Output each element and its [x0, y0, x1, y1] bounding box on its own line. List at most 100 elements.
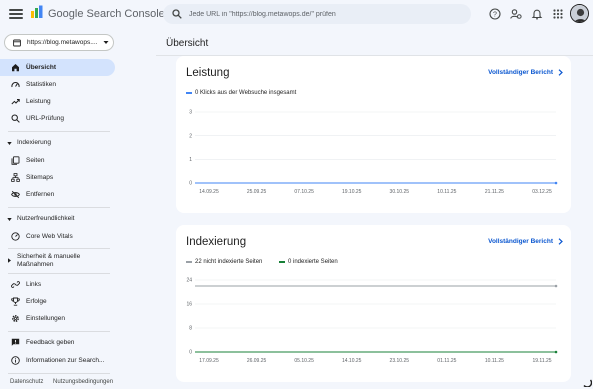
x-tick-label: 14.09.25 — [199, 189, 219, 195]
sidebar-divider — [8, 131, 110, 132]
help-icon[interactable]: ? — [489, 8, 501, 20]
privacy-link[interactable]: Datenschutz — [10, 379, 43, 385]
url-inspection-search[interactable] — [163, 4, 471, 24]
sidebar-divider — [8, 373, 110, 374]
indexing-chart: 0 8 16 24 17.09.25 26.09.25 05.10.25 14.10.25 23… — [186, 278, 558, 364]
x-tick-label: 10.11.25 — [437, 189, 456, 195]
x-tick-label: 26.09.25 — [247, 358, 267, 364]
x-tick-label: 23.10.25 — [390, 358, 410, 364]
search-icon — [11, 114, 20, 123]
sidebar-item-entfernen[interactable]: Entfernen — [0, 186, 115, 203]
property-url: https://blog.metawops.... — [27, 39, 98, 46]
y-tick-label: 16 — [186, 302, 192, 308]
y-tick-label: 3 — [189, 110, 192, 116]
sidebar-item-links[interactable]: Links — [0, 276, 115, 293]
sidebar-item-label: Erfolge — [26, 297, 47, 305]
sidebar-section-nutzerfreundlichkeit[interactable]: Nutzerfreundlichkeit — [0, 212, 115, 226]
x-tick-label: 10.11.25 — [485, 358, 504, 364]
main-menu-button[interactable] — [9, 7, 23, 21]
info-icon — [11, 356, 20, 365]
gear-icon — [12, 315, 19, 322]
collapse-triangle-icon — [7, 218, 12, 221]
x-tick-label: 03.12.25 — [532, 189, 552, 195]
bell-icon[interactable] — [531, 8, 543, 20]
property-icon — [13, 39, 21, 47]
sidebar-item-label: Leistung — [26, 97, 51, 105]
svg-text:?: ? — [493, 12, 497, 19]
performance-card: Leistung Vollständiger Bericht 0 Klicks … — [176, 56, 571, 213]
sidebar-divider — [8, 248, 110, 249]
x-tick-label: 14.10.25 — [342, 358, 362, 364]
x-tick-label: 01.11.25 — [437, 358, 456, 364]
section-label-line1: Sicherheit & manuelle — [17, 253, 81, 260]
sidebar-item-feedback[interactable]: Feedback geben — [0, 334, 115, 351]
series-end-marker — [554, 181, 558, 185]
sidebar-item-leistung[interactable]: Leistung — [0, 93, 115, 110]
sidebar-item-label: Entfernen — [26, 190, 55, 198]
pages-icon — [11, 156, 20, 165]
app-title: Google Search Console — [48, 8, 165, 20]
users-icon[interactable] — [510, 8, 522, 20]
search-icon — [172, 9, 182, 19]
sidebar-item-label: Informationen zur Search... — [26, 356, 105, 364]
sidebar-item-uebersicht[interactable]: Übersicht — [0, 59, 115, 76]
trending-up-icon — [11, 99, 20, 105]
y-tick-label: 24 — [186, 278, 192, 284]
sidebar-section-indexierung[interactable]: Indexierung — [0, 136, 115, 150]
y-tick-label: 0 — [189, 350, 192, 356]
terms-link[interactable]: Nutzungsbedingungen — [53, 379, 113, 385]
property-selector[interactable]: https://blog.metawops.... — [4, 34, 114, 51]
indexing-card: Indexierung Vollständiger Bericht 22 nic… — [176, 225, 571, 382]
sidebar-item-sitemaps[interactable]: Sitemaps — [0, 169, 115, 186]
performance-chart: 0 1 2 3 14.09.25 25.09.25 07.10.25 19.10.25 30.1… — [189, 110, 558, 195]
sidebar-item-label: URL-Prüfung — [26, 114, 64, 122]
expand-triangle-icon — [8, 258, 11, 263]
y-tick-label: 8 — [189, 326, 192, 332]
url-inspection-input[interactable] — [189, 4, 459, 24]
x-tick-label: 05.10.25 — [294, 358, 314, 364]
y-tick-label: 0 — [189, 181, 192, 187]
sidebar-item-label: Feedback geben — [26, 338, 75, 346]
link-icon — [11, 281, 20, 288]
loading-spinner-icon — [583, 379, 592, 387]
sidebar-item-label: Core Web Vitals — [26, 232, 73, 240]
sidebar-divider — [8, 207, 110, 208]
collapse-triangle-icon — [7, 142, 12, 145]
sidebar-item-label: Statistiken — [26, 80, 56, 88]
sidebar-item-url-pruefung[interactable]: URL-Prüfung — [0, 110, 115, 127]
sidebar-item-erfolge[interactable]: Erfolge — [0, 293, 115, 310]
x-tick-label: 30.10.25 — [390, 189, 410, 195]
page-title: Übersicht — [166, 38, 209, 49]
sidebar-item-seiten[interactable]: Seiten — [0, 152, 115, 169]
section-label: Indexierung — [17, 139, 51, 146]
x-tick-label: 07.10.25 — [294, 189, 314, 195]
sidebar-section-sicherheit[interactable]: Sicherheit & manuelle Maßnahmen — [0, 251, 115, 271]
sidebar-item-core-web-vitals[interactable]: Core Web Vitals — [0, 228, 115, 245]
x-tick-label: 19.10.25 — [342, 189, 362, 195]
eye-off-icon — [11, 190, 20, 199]
gauge-icon — [11, 232, 20, 241]
sidebar-divider — [8, 273, 110, 274]
account-avatar[interactable] — [570, 4, 589, 23]
speedometer-icon — [11, 82, 20, 88]
sidebar-divider — [8, 331, 110, 332]
y-tick-label: 2 — [189, 133, 192, 139]
sidebar-item-einstellungen[interactable]: Einstellungen — [0, 310, 115, 327]
section-label: Nutzerfreundlichkeit — [17, 215, 75, 222]
section-label-line2: Maßnahmen — [17, 261, 54, 268]
feedback-icon — [11, 338, 20, 346]
sidebar-item-label: Übersicht — [26, 63, 56, 71]
sidebar-item-statistiken[interactable]: Statistiken — [0, 76, 115, 93]
series-end-marker — [554, 350, 558, 354]
avatar-portrait-icon — [571, 5, 588, 22]
series-end-marker — [554, 284, 558, 288]
y-tick-label: 1 — [189, 157, 192, 163]
x-tick-label: 21.11.25 — [485, 189, 504, 195]
apps-icon[interactable] — [552, 8, 564, 20]
trophy-icon — [11, 297, 20, 306]
sidebar-item-info[interactable]: Informationen zur Search... — [0, 352, 115, 369]
caret-down-icon — [103, 41, 109, 44]
sitemap-icon — [11, 173, 20, 182]
home-icon — [12, 64, 19, 72]
sidebar-item-label: Sitemaps — [26, 173, 54, 181]
